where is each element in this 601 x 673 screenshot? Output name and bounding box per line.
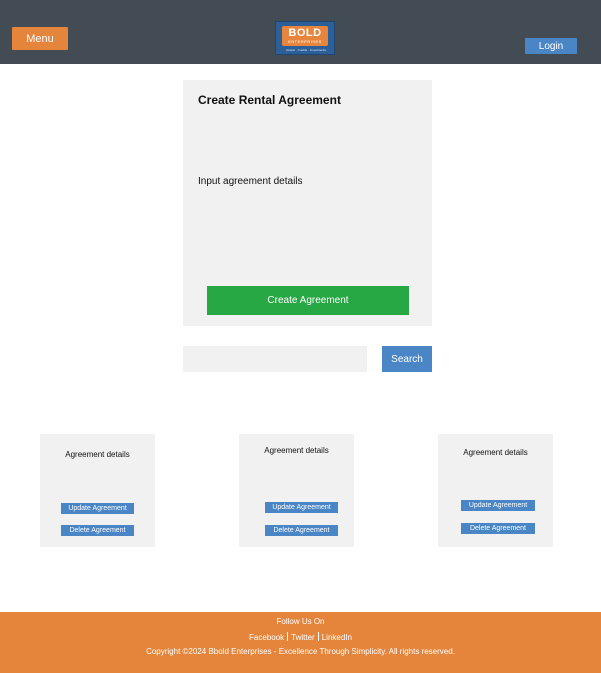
copyright-text: Copyright ©2024 Bbold Enterprises - Exce… — [146, 647, 455, 656]
search-input[interactable] — [183, 346, 367, 372]
panel-title: Create Rental Agreement — [198, 93, 341, 107]
brand-logo[interactable]: BOLD ENTERPRISES Assets · Credits · Inve… — [275, 21, 335, 55]
update-agreement-button[interactable]: Update Agreement — [265, 502, 338, 513]
delete-agreement-button[interactable]: Delete Agreement — [61, 525, 134, 536]
agreement-card-title: Agreement details — [463, 448, 528, 457]
menu-button[interactable]: Menu — [12, 27, 68, 50]
logo-subtitle: ENTERPRISES — [288, 39, 322, 44]
linkedin-link[interactable]: LinkedIn — [322, 633, 352, 642]
agreement-details-prompt: Input agreement details — [198, 176, 303, 187]
create-agreement-panel: Create Rental Agreement Input agreement … — [183, 80, 432, 326]
link-divider — [287, 632, 289, 641]
link-divider — [317, 632, 319, 641]
logo-badge: BOLD ENTERPRISES — [282, 26, 328, 46]
delete-agreement-button[interactable]: Delete Agreement — [265, 525, 338, 536]
update-agreement-button[interactable]: Update Agreement — [61, 503, 134, 514]
top-navbar: Menu BOLD ENTERPRISES Assets · Credits ·… — [0, 0, 601, 64]
social-links: Facebook Twitter LinkedIn — [0, 632, 601, 643]
delete-agreement-button[interactable]: Delete Agreement — [461, 523, 535, 534]
twitter-link[interactable]: Twitter — [291, 633, 315, 642]
agreement-card-title: Agreement details — [264, 446, 329, 455]
logo-tagline: Assets · Credits · Investments — [285, 48, 326, 52]
create-agreement-button[interactable]: Create Agreement — [207, 286, 409, 315]
update-agreement-button[interactable]: Update Agreement — [461, 500, 535, 511]
agreement-card: Agreement details Update Agreement Delet… — [438, 434, 553, 547]
agreement-card: Agreement details Update Agreement Delet… — [239, 434, 354, 547]
agreement-card-title: Agreement details — [65, 450, 130, 459]
search-button[interactable]: Search — [382, 346, 432, 372]
login-button[interactable]: Login — [525, 38, 577, 54]
follow-us-label: Follow Us On — [276, 617, 325, 626]
facebook-link[interactable]: Facebook — [249, 633, 284, 642]
agreement-card: Agreement details Update Agreement Delet… — [40, 434, 155, 547]
footer: Follow Us On Facebook Twitter LinkedIn Cop… — [0, 612, 601, 673]
logo-wordmark: BOLD — [288, 27, 322, 39]
